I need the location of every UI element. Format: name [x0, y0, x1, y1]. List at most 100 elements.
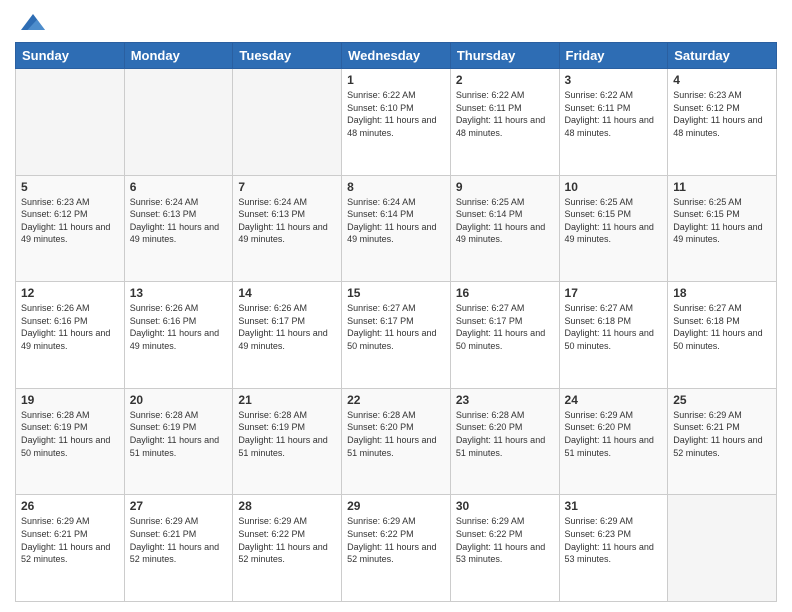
day-number: 12	[21, 286, 119, 300]
day-number: 1	[347, 73, 445, 87]
header-saturday: Saturday	[668, 43, 777, 69]
day-info: Sunrise: 6:23 AM Sunset: 6:12 PM Dayligh…	[673, 89, 771, 139]
day-number: 13	[130, 286, 228, 300]
calendar-cell: 9 Sunrise: 6:25 AM Sunset: 6:14 PM Daylig…	[450, 175, 559, 282]
calendar-cell: 24 Sunrise: 6:29 AM Sunset: 6:20 PM Dayli…	[559, 388, 668, 495]
calendar-cell: 12Sunrise: 6:26 AM Sunset: 6:16 PM Dayli…	[16, 282, 125, 389]
day-info: Sunrise: 6:26 AM Sunset: 6:16 PM Dayligh…	[130, 302, 228, 352]
day-number: 28	[238, 499, 336, 513]
calendar-cell: 21 Sunrise: 6:28 AM Sunset: 6:19 PM Dayli…	[233, 388, 342, 495]
day-number: 16	[456, 286, 554, 300]
calendar-table: Sunday Monday Tuesday Wednesday Thursday…	[15, 42, 777, 602]
day-info: Sunrise: 6:27 AM Sunset: 6:18 PM Dayligh…	[673, 302, 771, 352]
day-number: 23	[456, 393, 554, 407]
logo-icon	[21, 10, 45, 34]
day-number: 21	[238, 393, 336, 407]
day-number: 30	[456, 499, 554, 513]
calendar-cell: 6 Sunrise: 6:24 AM Sunset: 6:13 PM Daylig…	[124, 175, 233, 282]
day-info: Sunrise: 6:29 AM Sunset: 6:21 PM Dayligh…	[21, 515, 119, 565]
calendar-cell	[233, 69, 342, 176]
day-info: Sunrise: 6:27 AM Sunset: 6:17 PM Dayligh…	[456, 302, 554, 352]
calendar-cell: 29 Sunrise: 6:29 AM Sunset: 6:22 PM Dayli…	[342, 495, 451, 602]
day-number: 29	[347, 499, 445, 513]
calendar-cell: 30 Sunrise: 6:29 AM Sunset: 6:22 PM Dayli…	[450, 495, 559, 602]
weekday-header-row: Sunday Monday Tuesday Wednesday Thursday…	[16, 43, 777, 69]
day-info: Sunrise: 6:24 AM Sunset: 6:13 PM Dayligh…	[130, 196, 228, 246]
calendar-cell: 7Sunrise: 6:24 AM Sunset: 6:13 PM Daylig…	[233, 175, 342, 282]
day-info: Sunrise: 6:29 AM Sunset: 6:22 PM Dayligh…	[238, 515, 336, 565]
day-number: 18	[673, 286, 771, 300]
calendar-cell: 20 Sunrise: 6:28 AM Sunset: 6:19 PM Dayli…	[124, 388, 233, 495]
day-info: Sunrise: 6:29 AM Sunset: 6:23 PM Dayligh…	[565, 515, 663, 565]
calendar-cell	[124, 69, 233, 176]
day-number: 19	[21, 393, 119, 407]
calendar-cell: 25 Sunrise: 6:29 AM Sunset: 6:21 PM Dayli…	[668, 388, 777, 495]
calendar-cell: 5 Sunrise: 6:23 AM Sunset: 6:12 PM Daylig…	[16, 175, 125, 282]
day-number: 22	[347, 393, 445, 407]
calendar-cell: 2 Sunrise: 6:22 AM Sunset: 6:11 PM Daylig…	[450, 69, 559, 176]
day-number: 7	[238, 180, 336, 194]
day-info: Sunrise: 6:26 AM Sunset: 6:17 PM Dayligh…	[238, 302, 336, 352]
calendar-cell	[16, 69, 125, 176]
day-info: Sunrise: 6:22 AM Sunset: 6:10 PM Dayligh…	[347, 89, 445, 139]
day-number: 15	[347, 286, 445, 300]
calendar-cell: 15Sunrise: 6:27 AM Sunset: 6:17 PM Dayli…	[342, 282, 451, 389]
day-info: Sunrise: 6:24 AM Sunset: 6:14 PM Dayligh…	[347, 196, 445, 246]
header-sunday: Sunday	[16, 43, 125, 69]
day-info: Sunrise: 6:28 AM Sunset: 6:19 PM Dayligh…	[21, 409, 119, 459]
day-number: 27	[130, 499, 228, 513]
header-tuesday: Tuesday	[233, 43, 342, 69]
header	[15, 10, 777, 34]
day-number: 31	[565, 499, 663, 513]
day-info: Sunrise: 6:29 AM Sunset: 6:21 PM Dayligh…	[673, 409, 771, 459]
day-number: 4	[673, 73, 771, 87]
day-info: Sunrise: 6:25 AM Sunset: 6:14 PM Dayligh…	[456, 196, 554, 246]
calendar-cell: 8Sunrise: 6:24 AM Sunset: 6:14 PM Daylig…	[342, 175, 451, 282]
day-number: 9	[456, 180, 554, 194]
day-info: Sunrise: 6:22 AM Sunset: 6:11 PM Dayligh…	[456, 89, 554, 139]
day-number: 17	[565, 286, 663, 300]
day-info: Sunrise: 6:23 AM Sunset: 6:12 PM Dayligh…	[21, 196, 119, 246]
calendar-cell: 28 Sunrise: 6:29 AM Sunset: 6:22 PM Dayli…	[233, 495, 342, 602]
header-thursday: Thursday	[450, 43, 559, 69]
header-monday: Monday	[124, 43, 233, 69]
day-number: 24	[565, 393, 663, 407]
day-number: 14	[238, 286, 336, 300]
calendar-cell: 14 Sunrise: 6:26 AM Sunset: 6:17 PM Dayli…	[233, 282, 342, 389]
day-number: 2	[456, 73, 554, 87]
day-number: 10	[565, 180, 663, 194]
day-info: Sunrise: 6:25 AM Sunset: 6:15 PM Dayligh…	[673, 196, 771, 246]
day-number: 6	[130, 180, 228, 194]
calendar-cell: 27 Sunrise: 6:29 AM Sunset: 6:21 PM Dayli…	[124, 495, 233, 602]
logo	[15, 10, 45, 34]
calendar-week-row: 19 Sunrise: 6:28 AM Sunset: 6:19 PM Dayli…	[16, 388, 777, 495]
calendar-cell: 3Sunrise: 6:22 AM Sunset: 6:11 PM Daylig…	[559, 69, 668, 176]
day-number: 11	[673, 180, 771, 194]
calendar-cell: 16 Sunrise: 6:27 AM Sunset: 6:17 PM Dayli…	[450, 282, 559, 389]
calendar-cell: 1 Sunrise: 6:22 AM Sunset: 6:10 PM Daylig…	[342, 69, 451, 176]
day-number: 26	[21, 499, 119, 513]
header-wednesday: Wednesday	[342, 43, 451, 69]
calendar-cell: 10Sunrise: 6:25 AM Sunset: 6:15 PM Dayli…	[559, 175, 668, 282]
day-number: 25	[673, 393, 771, 407]
calendar-cell: 22Sunrise: 6:28 AM Sunset: 6:20 PM Dayli…	[342, 388, 451, 495]
calendar-cell: 19 Sunrise: 6:28 AM Sunset: 6:19 PM Dayli…	[16, 388, 125, 495]
header-friday: Friday	[559, 43, 668, 69]
day-info: Sunrise: 6:28 AM Sunset: 6:19 PM Dayligh…	[238, 409, 336, 459]
day-info: Sunrise: 6:29 AM Sunset: 6:20 PM Dayligh…	[565, 409, 663, 459]
day-info: Sunrise: 6:28 AM Sunset: 6:19 PM Dayligh…	[130, 409, 228, 459]
calendar-week-row: 26 Sunrise: 6:29 AM Sunset: 6:21 PM Dayli…	[16, 495, 777, 602]
calendar-cell: 18 Sunrise: 6:27 AM Sunset: 6:18 PM Dayli…	[668, 282, 777, 389]
calendar-cell	[668, 495, 777, 602]
day-number: 20	[130, 393, 228, 407]
day-info: Sunrise: 6:28 AM Sunset: 6:20 PM Dayligh…	[456, 409, 554, 459]
calendar-cell: 13 Sunrise: 6:26 AM Sunset: 6:16 PM Dayli…	[124, 282, 233, 389]
day-number: 5	[21, 180, 119, 194]
calendar-cell: 4 Sunrise: 6:23 AM Sunset: 6:12 PM Daylig…	[668, 69, 777, 176]
calendar-week-row: 5 Sunrise: 6:23 AM Sunset: 6:12 PM Daylig…	[16, 175, 777, 282]
day-info: Sunrise: 6:29 AM Sunset: 6:22 PM Dayligh…	[347, 515, 445, 565]
day-info: Sunrise: 6:29 AM Sunset: 6:22 PM Dayligh…	[456, 515, 554, 565]
day-info: Sunrise: 6:29 AM Sunset: 6:21 PM Dayligh…	[130, 515, 228, 565]
calendar-cell: 11 Sunrise: 6:25 AM Sunset: 6:15 PM Dayli…	[668, 175, 777, 282]
calendar-week-row: 12 Sunrise: 6:26 AM Sunset: 6:16 PM Dayli…	[16, 282, 777, 389]
